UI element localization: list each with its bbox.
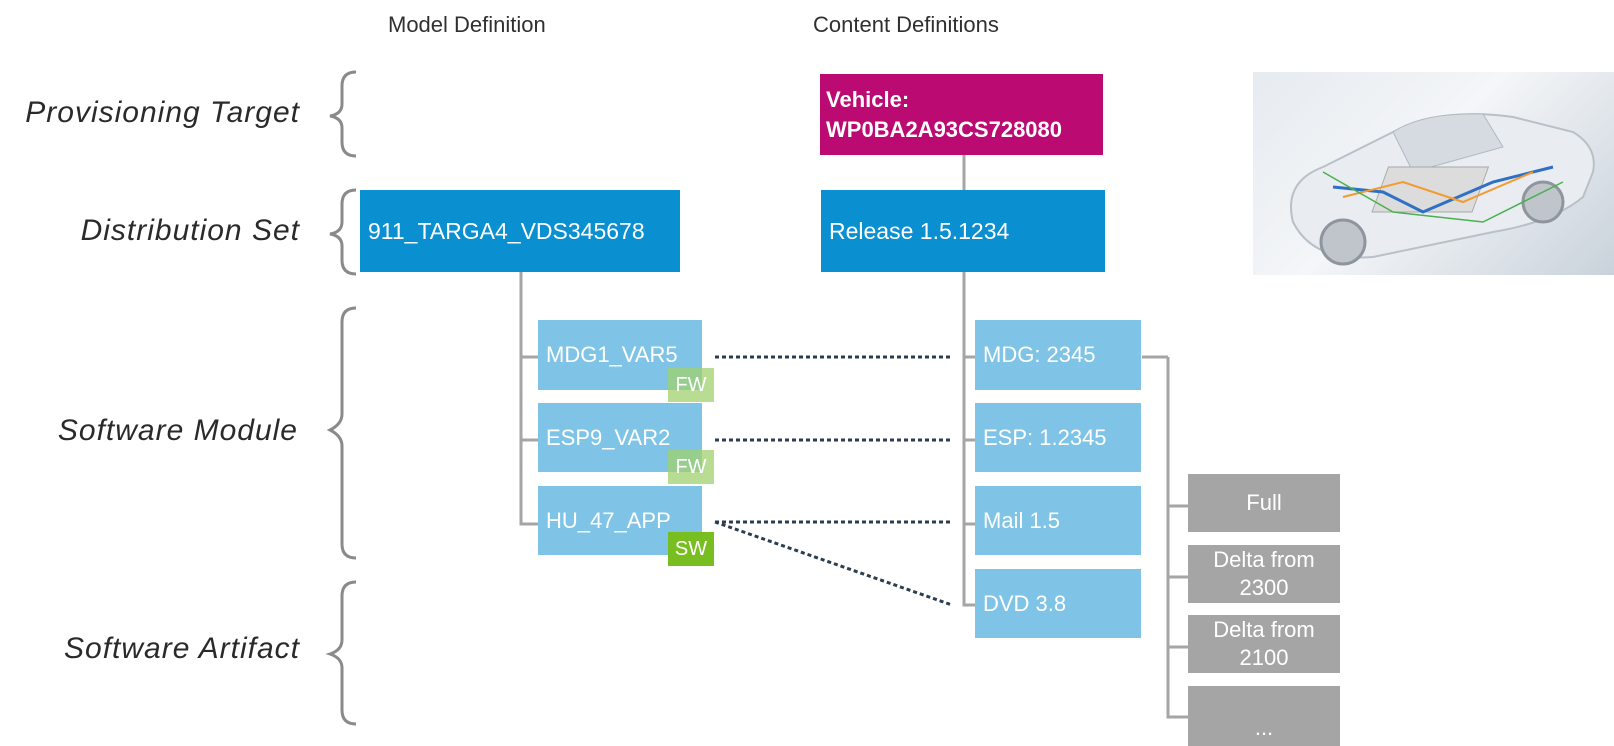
row-label-software-module: Software Module [57,414,298,447]
release-label: Release 1.5.1234 [829,217,1010,244]
column-header-content: Content Definitions [813,12,999,37]
brace-software-artifact [325,580,357,726]
row-label-software-artifact: Software Artifact [64,632,300,665]
row-label-provisioning-target: Provisioning Target [25,96,300,129]
content-module-label: Mail 1.5 [983,507,1061,533]
content-module-box[interactable]: ESP: 1.2345 [975,403,1141,472]
model-module-label: MDG1_VAR5 [546,342,678,367]
artifact-label: Delta from [1213,547,1315,572]
vehicle-target-label: Vehicle: [826,86,910,112]
content-module-box[interactable]: DVD 3.8 [975,569,1141,638]
artifact-sublabel: 2100 [1239,645,1289,670]
model-distribution-set-label: 911_TARGA4_VDS345678 [368,217,645,244]
content-module-label: MDG: 2345 [983,342,1096,367]
car-illustration [1290,113,1595,266]
artifact-box[interactable]: Delta from 2100 [1188,615,1340,673]
fw-tag-badge: FW [668,450,714,484]
link-dvd [714,520,953,607]
brace-software-module [326,306,357,560]
content-module-label: ESP: 1.2345 [983,424,1107,450]
release-box[interactable]: Release 1.5.1234 [821,190,1105,272]
content-module-box[interactable]: Mail 1.5 [975,486,1141,555]
model-distribution-set-box[interactable]: 911_TARGA4_VDS345678 [360,190,680,272]
fw-tag-badge: FW [668,368,714,402]
brace-group [325,70,357,726]
vehicle-cutaway-image [1253,72,1614,275]
artifact-box[interactable]: Delta from 2300 [1188,545,1340,603]
model-module-label: ESP9_VAR2 [546,424,671,450]
model-module-label: HU_47_APP [546,507,671,533]
artifact-sublabel: 2300 [1239,575,1289,600]
model-tree-line [519,272,539,526]
vehicle-target-vin: WP0BA2A93CS728080 [826,116,1063,142]
content-module-box[interactable]: MDG: 2345 [975,320,1141,390]
artifact-label: Delta from [1213,617,1315,642]
tag-label: SW [674,537,708,560]
artifact-box[interactable]: ... [1188,686,1340,746]
brace-distribution-set [329,188,357,276]
row-label-distribution-set: Distribution Set [80,214,300,247]
artifact-tree-line [1142,355,1190,719]
content-module-label: DVD 3.8 [983,590,1067,616]
tag-label: FW [675,455,707,478]
column-header-model: Model Definition [388,12,546,37]
artifact-label: ... [1254,715,1274,740]
artifact-label: Full [1246,490,1282,515]
sw-tag-badge: SW [668,532,714,566]
tag-label: FW [675,373,707,396]
artifact-box[interactable]: Full [1188,474,1340,532]
vehicle-target-box[interactable]: Vehicle: WP0BA2A93CS728080 [820,74,1103,155]
brace-provisioning-target [329,70,357,158]
